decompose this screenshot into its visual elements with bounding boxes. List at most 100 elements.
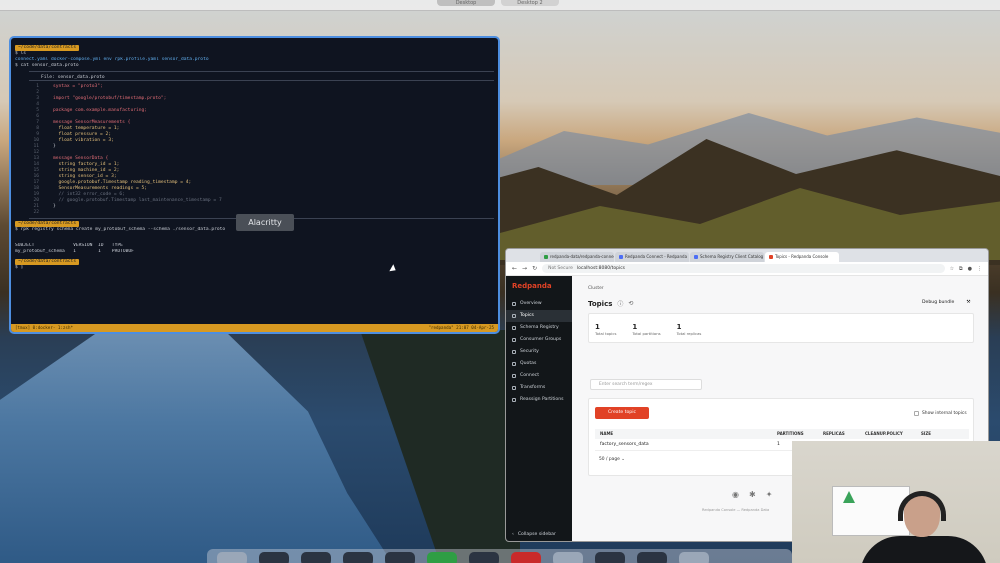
tmux-windows[interactable]: [tmux] 0:docker- 1:zsh*: [15, 324, 73, 332]
code-text: import "google/protobuf/timestamp.proto"…: [53, 96, 167, 101]
sidebar-item-schema-registry[interactable]: Schema Registry: [506, 322, 572, 334]
dock-app-icon[interactable]: [679, 552, 709, 563]
code-text: string sensor_id = 3;: [53, 174, 117, 179]
reload-icon[interactable]: ↻: [532, 265, 537, 272]
not-secure-label: Not Secure: [548, 266, 573, 271]
dock-app-icon[interactable]: [553, 552, 583, 563]
dock-app-icon[interactable]: [469, 552, 499, 563]
sidebar-item-connect[interactable]: Connect: [506, 370, 572, 382]
dock-app-icon[interactable]: [637, 552, 667, 563]
column-header-partitions[interactable]: PARTITIONS: [777, 429, 823, 439]
tmux-status-bar: [tmux] 0:docker- 1:zsh* "redpanda" 21:07…: [11, 324, 498, 332]
schema-icon: [512, 326, 516, 330]
window-label: Alacritty: [236, 214, 294, 231]
column-header-size[interactable]: SIZE: [921, 429, 955, 439]
browser-tab-github[interactable]: redpanda-data/redpanda-connect - Git: [540, 252, 614, 262]
topic-name-link[interactable]: factory_sensors_data: [595, 439, 777, 450]
sidebar-item-topics[interactable]: Topics: [506, 310, 572, 322]
sidebar-item-overview[interactable]: Overview: [506, 298, 572, 310]
topic-search-input[interactable]: Enter search term/regex: [590, 379, 702, 390]
column-header-replicas[interactable]: REPLICAS: [823, 429, 865, 439]
menu-bar: Desktop Desktop 2: [0, 0, 1000, 11]
shell-prompt: ~/code/data/contracts: [15, 259, 80, 265]
dock-app-finder-icon[interactable]: [217, 552, 247, 563]
proto-code-lines: 1 syntax = "proto3"; 2 3 import "google/prot…: [29, 84, 494, 216]
info-icon[interactable]: ⓘ: [617, 299, 623, 308]
redpanda-logo[interactable]: Redpanda: [506, 276, 572, 298]
dock-app-icon[interactable]: [343, 552, 373, 563]
terminal-window[interactable]: ~/code/data/contracts $ ls connect.yaml …: [9, 36, 500, 334]
dock: [207, 549, 792, 563]
shield-icon: [512, 350, 516, 354]
column-header-cleanup[interactable]: CLEANUP.POLICY: [865, 429, 921, 439]
space-desktop-1[interactable]: Desktop: [437, 0, 495, 6]
terminal-input-line[interactable]: $ ▯: [15, 265, 494, 271]
dock-app-terminal-icon[interactable]: [385, 552, 415, 563]
url-text: localhost:8080/topics: [576, 266, 626, 271]
dock-app-messages-icon[interactable]: [427, 552, 457, 563]
docs-favicon-icon: [619, 255, 623, 259]
browser-tabstrip: redpanda-data/redpanda-connect - Git Red…: [506, 249, 988, 262]
code-text: SensorMeasurements readings = 5;: [53, 186, 148, 191]
wrench-icon[interactable]: ⚒: [966, 300, 970, 305]
bookmark-star-icon[interactable]: ☆: [950, 266, 954, 272]
docs-favicon-icon: [694, 255, 698, 259]
space-desktop-2[interactable]: Desktop 2: [501, 0, 559, 6]
address-bar[interactable]: Not Secure localhost:8080/topics: [542, 264, 945, 273]
sidebar-item-security[interactable]: Security: [506, 346, 572, 358]
redpanda-favicon-icon: [769, 255, 773, 259]
console-sidebar: Redpanda Overview Topics Schema Registry…: [506, 276, 572, 541]
footer-text: Redpanda Console — Redpanda Data: [702, 508, 770, 512]
browser-tab-connect[interactable]: Redpanda Connect - Redpanda: [615, 252, 689, 262]
code-text: float pressure = 2;: [53, 132, 112, 137]
sidebar-item-transforms[interactable]: Transforms: [506, 382, 572, 394]
terminal-output[interactable]: ~/code/data/contracts $ ls connect.yaml …: [11, 38, 498, 322]
dock-app-icon[interactable]: [259, 552, 289, 563]
github-icon[interactable]: ◉: [732, 490, 739, 499]
stat-total-replicas: 1 Total replicas: [676, 323, 702, 336]
code-text: google.protobuf.Timestamp reading_timest…: [53, 180, 192, 185]
browser-tab-topics[interactable]: Topics - Redpanda Console: [765, 252, 839, 262]
stat-total-partitions: 1 Total partitions: [632, 323, 661, 336]
back-arrow-icon[interactable]: ←: [512, 265, 517, 272]
dock-app-chrome-icon[interactable]: [511, 552, 541, 563]
sidebar-item-quotas[interactable]: Quotas: [506, 358, 572, 370]
browser-tab-catalog[interactable]: Schema Registry Client Catalog: [690, 252, 764, 262]
code-text: float temperature = 1;: [53, 126, 120, 131]
checkbox[interactable]: [914, 411, 919, 416]
footer-icons: ◉ ✱ ✦: [732, 490, 772, 499]
code-text: message SensorMeasurements {: [53, 120, 131, 125]
page-title: Topics: [588, 299, 613, 308]
menu-dots-icon[interactable]: ⋮: [977, 266, 982, 272]
webcam-overlay: [792, 441, 1000, 563]
topic-stats-card: 1 Total topics 1 Total partitions 1 Total r…: [588, 313, 974, 343]
github-favicon-icon: [544, 255, 548, 259]
create-topic-button[interactable]: Create topic: [595, 407, 649, 419]
consumer-groups-icon: [512, 338, 516, 342]
show-internal-topics-toggle[interactable]: Show internal topics: [914, 411, 967, 416]
refresh-icon[interactable]: ⟲: [628, 300, 633, 307]
debug-bundle-button[interactable]: Debug bundle: [922, 300, 954, 305]
terminal-command-cat: $ cat sensor_data.proto: [15, 63, 79, 68]
debug-bundle-area: Debug bundle ⚒: [922, 300, 970, 305]
sidebar-item-reassign-partitions[interactable]: Reassign Partitions: [506, 394, 572, 406]
breadcrumb[interactable]: Cluster: [588, 286, 604, 291]
dock-app-icon[interactable]: [301, 552, 331, 563]
code-text: message SensorData {: [53, 156, 109, 161]
slack-icon[interactable]: ✱: [749, 490, 756, 499]
sidebar-item-consumer-groups[interactable]: Consumer Groups: [506, 334, 572, 346]
page-title-row: Topics ⓘ ⟲: [588, 299, 633, 309]
forward-arrow-icon[interactable]: →: [522, 265, 527, 272]
collapse-sidebar-button[interactable]: ‹ Collapse sidebar: [512, 532, 556, 537]
mission-control-spaces: Desktop Desktop 2: [437, 0, 559, 6]
code-text: }: [53, 204, 56, 209]
dock-app-icon[interactable]: [595, 552, 625, 563]
tmux-clock: "redpanda" 21:07 04-Apr-25: [428, 325, 494, 330]
extensions-icon[interactable]: ⧉: [959, 266, 963, 272]
twitter-icon[interactable]: ✦: [766, 490, 773, 499]
topics-icon: [512, 314, 516, 318]
browser-toolbar: ← → ↻ Not Secure localhost:8080/topics ☆…: [506, 262, 988, 276]
column-header-name[interactable]: NAME: [595, 429, 777, 439]
page-size-select[interactable]: 50 / page ⌄: [599, 457, 625, 462]
profile-icon[interactable]: ●: [968, 266, 972, 272]
